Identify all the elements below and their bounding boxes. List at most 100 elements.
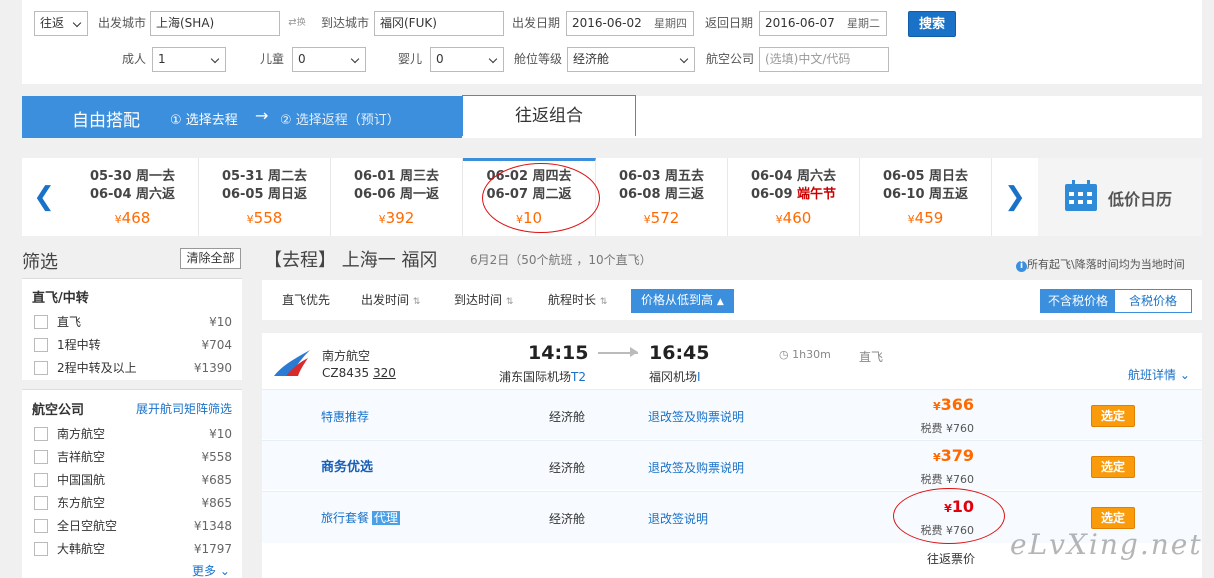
filter-label: 吉祥航空 [57,450,106,464]
filter-label: 东方航空 [57,496,106,510]
sort-price[interactable]: 价格从低到高 ▲ [631,289,734,313]
stops-filter-box: 直飞/中转 直飞 ¥10 1程中转 ¥704 2程中转及以上 ¥1390 [22,278,242,380]
date-cell[interactable]: 05-31 周二去 06-05 周日返 ¥558 [199,158,331,236]
date-cell-price: ¥459 [860,204,991,234]
date-cell-price: ¥572 [596,204,727,234]
swap-cities-button[interactable]: ⇄换 [286,15,308,31]
airline-input[interactable]: (选填)中文/代码 [759,47,889,72]
checkbox[interactable] [34,315,48,329]
currency-symbol: ¥ [643,213,651,226]
fare-price-value: 366 [940,395,974,414]
checkbox[interactable] [34,519,48,533]
low-price-calendar-button[interactable]: 低价日历 [1038,158,1202,236]
incl-tax-option[interactable]: 含税价格 [1115,290,1191,312]
sort-arrows-icon: ⇅ [505,297,514,307]
fare-name[interactable]: 商务优选 [321,456,373,475]
currency-symbol: ¥ [378,213,386,226]
fare-row: 商务优选 经济舱 退改签及购票说明 ¥379 税费 ¥760 选定 [262,440,1202,490]
depart-city-label: 出发城市 [98,16,147,30]
checkbox[interactable] [34,361,48,375]
flight-details-link[interactable]: 航班详情 ⌄ [1128,366,1190,383]
sort-direct-first[interactable]: 直飞优先 [282,280,330,320]
stops-filter-item[interactable]: 直飞 ¥10 [34,312,232,332]
infant-select[interactable]: 0 [430,47,504,72]
mode-free-combo-tab[interactable]: 自由搭配 ① 选择去程 → ② 选择返程（预订） [22,96,462,138]
sort-depart-time[interactable]: 出发时间 ⇅ [361,280,420,322]
fare-name[interactable]: 特惠推荐 [321,408,369,425]
sort-label: 出发时间 [361,293,410,307]
depart-date-input[interactable]: 2016-06-02 星期四 [566,11,694,36]
sort-duration[interactable]: 航程时长 ⇅ [548,280,607,322]
checkbox[interactable] [34,473,48,487]
checkbox[interactable] [34,338,48,352]
swap-label: 换 [296,18,306,28]
arrive-airport-name: 福冈机场 [649,370,698,384]
filter-label: 大韩航空 [57,542,106,556]
checkbox[interactable] [34,450,48,464]
date-cell-price: ¥392 [331,204,462,234]
date-cell[interactable]: 06-04 周六去 06-09 端午节 ¥460 [728,158,860,236]
clear-all-button[interactable]: 清除全部 [180,248,241,269]
airline-filter-title: 航空公司 [32,403,85,418]
select-fare-button[interactable]: 选定 [1091,456,1135,478]
date-next-button[interactable]: ❯ [993,158,1037,236]
more-airlines-link[interactable]: 更多 ⌄ [192,562,230,578]
checkbox[interactable] [34,427,48,441]
price-value: 558 [253,209,283,227]
infant-label: 婴儿 [398,52,423,66]
stops-filter-item[interactable]: 1程中转 ¥704 [34,335,232,355]
airline-filter-item[interactable]: 东方航空 ¥865 [34,493,232,513]
date-cell-return: 06-08 周三返 [618,187,705,202]
depart-city-value: 上海(SHA) [156,16,215,30]
flight-number: CZ8435 320 [322,366,396,380]
date-cell[interactable]: 05-30 周一去 06-04 周六返 ¥468 [67,158,199,236]
search-button[interactable]: 搜索 [908,11,956,37]
return-date-value: 2016-06-07 [765,16,835,30]
mode-round-combo-tab[interactable]: 往返组合 [462,95,636,136]
date-prev-button[interactable]: ❮ [22,158,66,236]
select-fare-button[interactable]: 选定 [1091,507,1135,529]
fare-rules-link[interactable]: 退改签说明 [648,510,708,527]
date-cell-outbound: 05-31 周二去 [221,169,308,184]
adult-select[interactable]: 1 [152,47,226,72]
adult-value: 1 [158,52,166,66]
airline-matrix-link[interactable]: 展开航司矩阵筛选 [136,400,232,417]
child-select[interactable]: 0 [292,47,366,72]
currency-symbol: ¥ [907,213,915,226]
aircraft-type[interactable]: 320 [373,366,396,380]
arrive-city-label: 到达城市 [321,16,370,30]
excl-tax-option[interactable]: 不含税价格 [1041,290,1115,312]
checkbox[interactable] [34,542,48,556]
airline-filter-item[interactable]: 吉祥航空 ¥558 [34,447,232,467]
date-cell-outbound: 06-04 周六去 [750,169,837,184]
round-trip-fare-note: 往返票价 [927,552,976,566]
fare-cabin: 经济舱 [549,512,586,526]
depart-city-input[interactable]: 上海(SHA) [150,11,280,36]
stops-filter-item[interactable]: 2程中转及以上 ¥1390 [34,358,232,378]
flight-no-value: CZ8435 [322,366,370,380]
trip-type-select[interactable]: 往返 [34,11,88,36]
filter-label: 直飞 [57,315,82,329]
sort-arrive-time[interactable]: 到达时间 ⇅ [454,280,513,322]
return-date-input[interactable]: 2016-06-07 星期二 [759,11,887,36]
filter-price: ¥10 [209,315,232,329]
airline-filter-item[interactable]: 全日空航空 ¥1348 [34,516,232,536]
china-southern-logo-icon [274,350,310,376]
arrive-city-input[interactable]: 福冈(FUK) [374,11,504,36]
checkbox[interactable] [34,496,48,510]
date-cell[interactable]: 06-05 周日去 06-10 周五返 ¥459 [860,158,992,236]
date-cell-return: 06-06 周一返 [353,187,440,202]
fare-rules-link[interactable]: 退改签及购票说明 [648,408,744,425]
fare-name[interactable]: 旅行套餐 [321,511,369,525]
airline-filter-item[interactable]: 大韩航空 ¥1797 [34,539,232,559]
airline-filter-item[interactable]: 南方航空 ¥10 [34,424,232,444]
tax-toggle: 不含税价格 含税价格 [1040,289,1192,313]
select-fare-button[interactable]: 选定 [1091,405,1135,427]
date-cell[interactable]: 06-03 周五去 06-08 周三返 ¥572 [596,158,728,236]
calendar-icon [1065,180,1097,211]
cabin-select[interactable]: 经济舱 [567,47,695,72]
flight-type: 直飞 [859,350,884,364]
airline-filter-item[interactable]: 中国国航 ¥685 [34,470,232,490]
fare-rules-link[interactable]: 退改签及购票说明 [648,459,744,476]
date-cell[interactable]: 06-01 周三去 06-06 周一返 ¥392 [331,158,463,236]
